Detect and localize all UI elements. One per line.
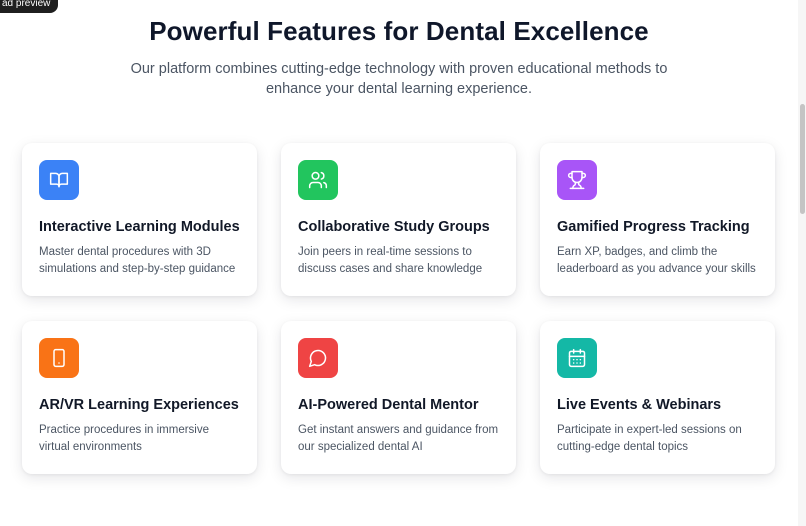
features-grid: Interactive Learning Modules Master dent… — [22, 143, 776, 474]
feature-icon-box — [557, 160, 597, 200]
feature-icon-box — [298, 160, 338, 200]
feature-description: Join peers in real-time sessions to disc… — [298, 246, 483, 275]
trophy-icon — [567, 170, 587, 190]
page-subtitle: Our platform combines cutting-edge techn… — [130, 61, 668, 97]
smartphone-icon — [53, 348, 65, 368]
feature-description: Get instant answers and guidance from ou… — [298, 424, 499, 453]
features-header: Powerful Features for Dental Excellence … — [0, 16, 798, 99]
feature-title: Collaborative Study Groups — [298, 219, 490, 235]
feature-card-gamified-progress[interactable]: Gamified Progress Tracking Earn XP, badg… — [540, 143, 775, 296]
book-open-icon — [49, 172, 69, 188]
feature-description: Master dental procedures with 3D simulat… — [39, 246, 236, 275]
feature-card-ar-vr[interactable]: AR/VR Learning Experiences Practice proc… — [22, 321, 257, 474]
ad-preview-badge: ad preview — [0, 0, 59, 13]
feature-title: Live Events & Webinars — [557, 397, 722, 413]
feature-title: Gamified Progress Tracking — [557, 219, 750, 235]
feature-icon-box — [39, 160, 79, 200]
feature-card-study-groups[interactable]: Collaborative Study Groups Join peers in… — [281, 143, 516, 296]
feature-title: Interactive Learning Modules — [39, 219, 240, 235]
feature-description: Participate in expert-led sessions on cu… — [557, 424, 742, 453]
calendar-icon — [568, 348, 586, 368]
scrollbar-track[interactable] — [798, 0, 806, 526]
feature-description: Practice procedures in immersive virtual… — [39, 424, 210, 453]
feature-icon-box — [557, 338, 597, 378]
message-circle-icon — [308, 349, 327, 368]
feature-card-live-events[interactable]: Live Events & Webinars Participate in ex… — [540, 321, 775, 474]
page-title: Powerful Features for Dental Excellence — [149, 16, 649, 46]
users-icon — [308, 171, 328, 189]
feature-icon-box — [298, 338, 338, 378]
feature-card-ai-mentor[interactable]: AI-Powered Dental Mentor Get instant ans… — [281, 321, 516, 474]
scrollbar-thumb[interactable] — [800, 104, 805, 214]
feature-description: Earn XP, badges, and climb the leaderboa… — [557, 246, 756, 275]
feature-icon-box — [39, 338, 79, 378]
feature-title: AI-Powered Dental Mentor — [298, 397, 479, 413]
page: ad preview Powerful Features for Dental … — [0, 0, 806, 526]
feature-card-interactive-learning[interactable]: Interactive Learning Modules Master dent… — [22, 143, 257, 296]
feature-title: AR/VR Learning Experiences — [39, 397, 239, 413]
